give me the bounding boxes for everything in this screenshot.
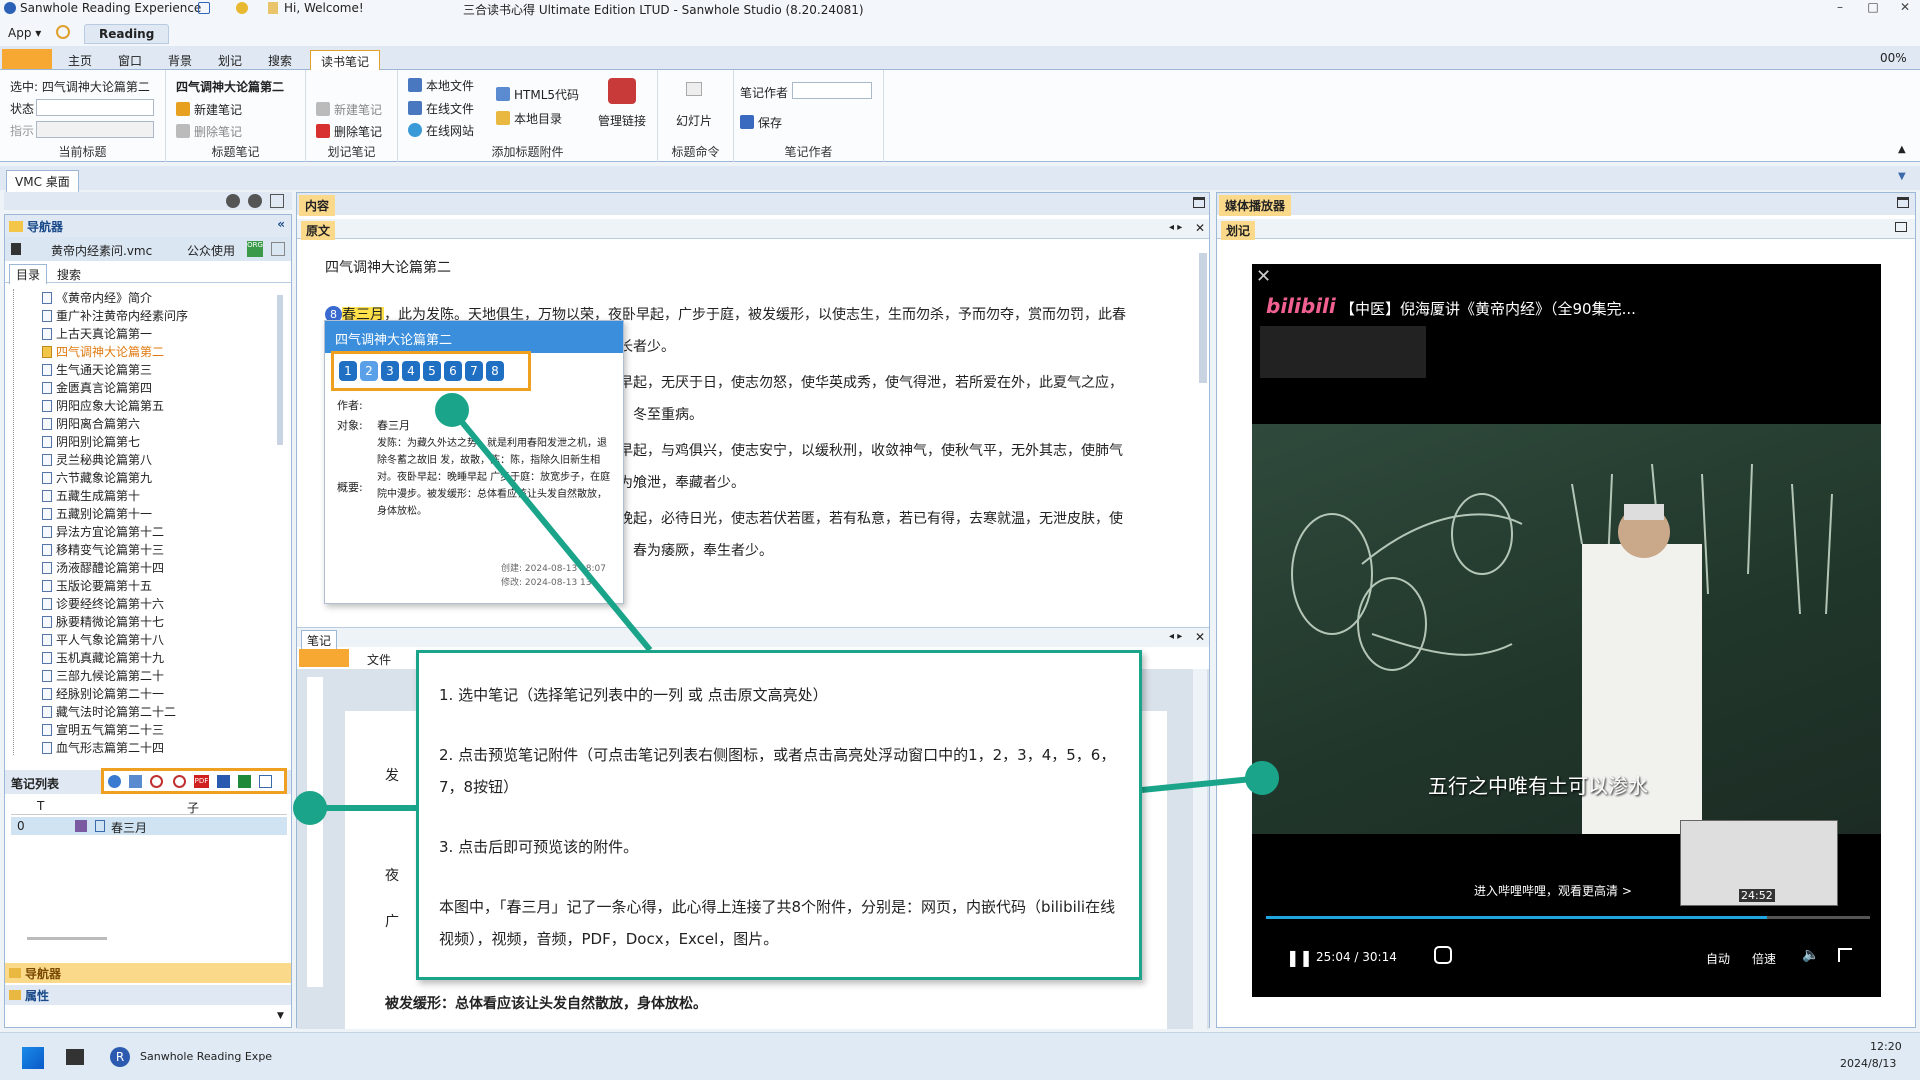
task-view-icon[interactable] — [66, 1049, 84, 1065]
callout-step-3: 3. 点击后即可预览该的附件。 — [439, 838, 639, 856]
callout-summary: 本图中，「春三月」记了一条心得，此心得上连接了共8个附件，分别是：网页，内嵌代码… — [439, 898, 1116, 948]
windows-start-icon[interactable] — [22, 1047, 44, 1069]
clock-time: 12:20 — [1870, 1040, 1902, 1053]
taskbar: R Sanwhole Reading Expe 12:20 2024/8/13 — [0, 1032, 1920, 1080]
instruction-callout: 1. 选中笔记（选择笔记列表中的一列 或 点击原文高亮处） 2. 点击预览笔记附… — [416, 650, 1142, 980]
callout-step-1: 1. 选中笔记（选择笔记列表中的一列 或 点击原文高亮处） — [439, 686, 828, 704]
taskbar-app-label: Sanwhole Reading Expe — [140, 1050, 273, 1063]
app-icon: R — [110, 1047, 130, 1067]
taskbar-app-button[interactable]: R Sanwhole Reading Expe — [104, 1039, 276, 1075]
clock-date: 2024/8/13 — [1840, 1057, 1897, 1070]
callout-step-2: 2. 点击预览笔记附件（可点击笔记列表右侧图标，或者点击高亮处浮动窗口中的1，2… — [439, 746, 1116, 796]
